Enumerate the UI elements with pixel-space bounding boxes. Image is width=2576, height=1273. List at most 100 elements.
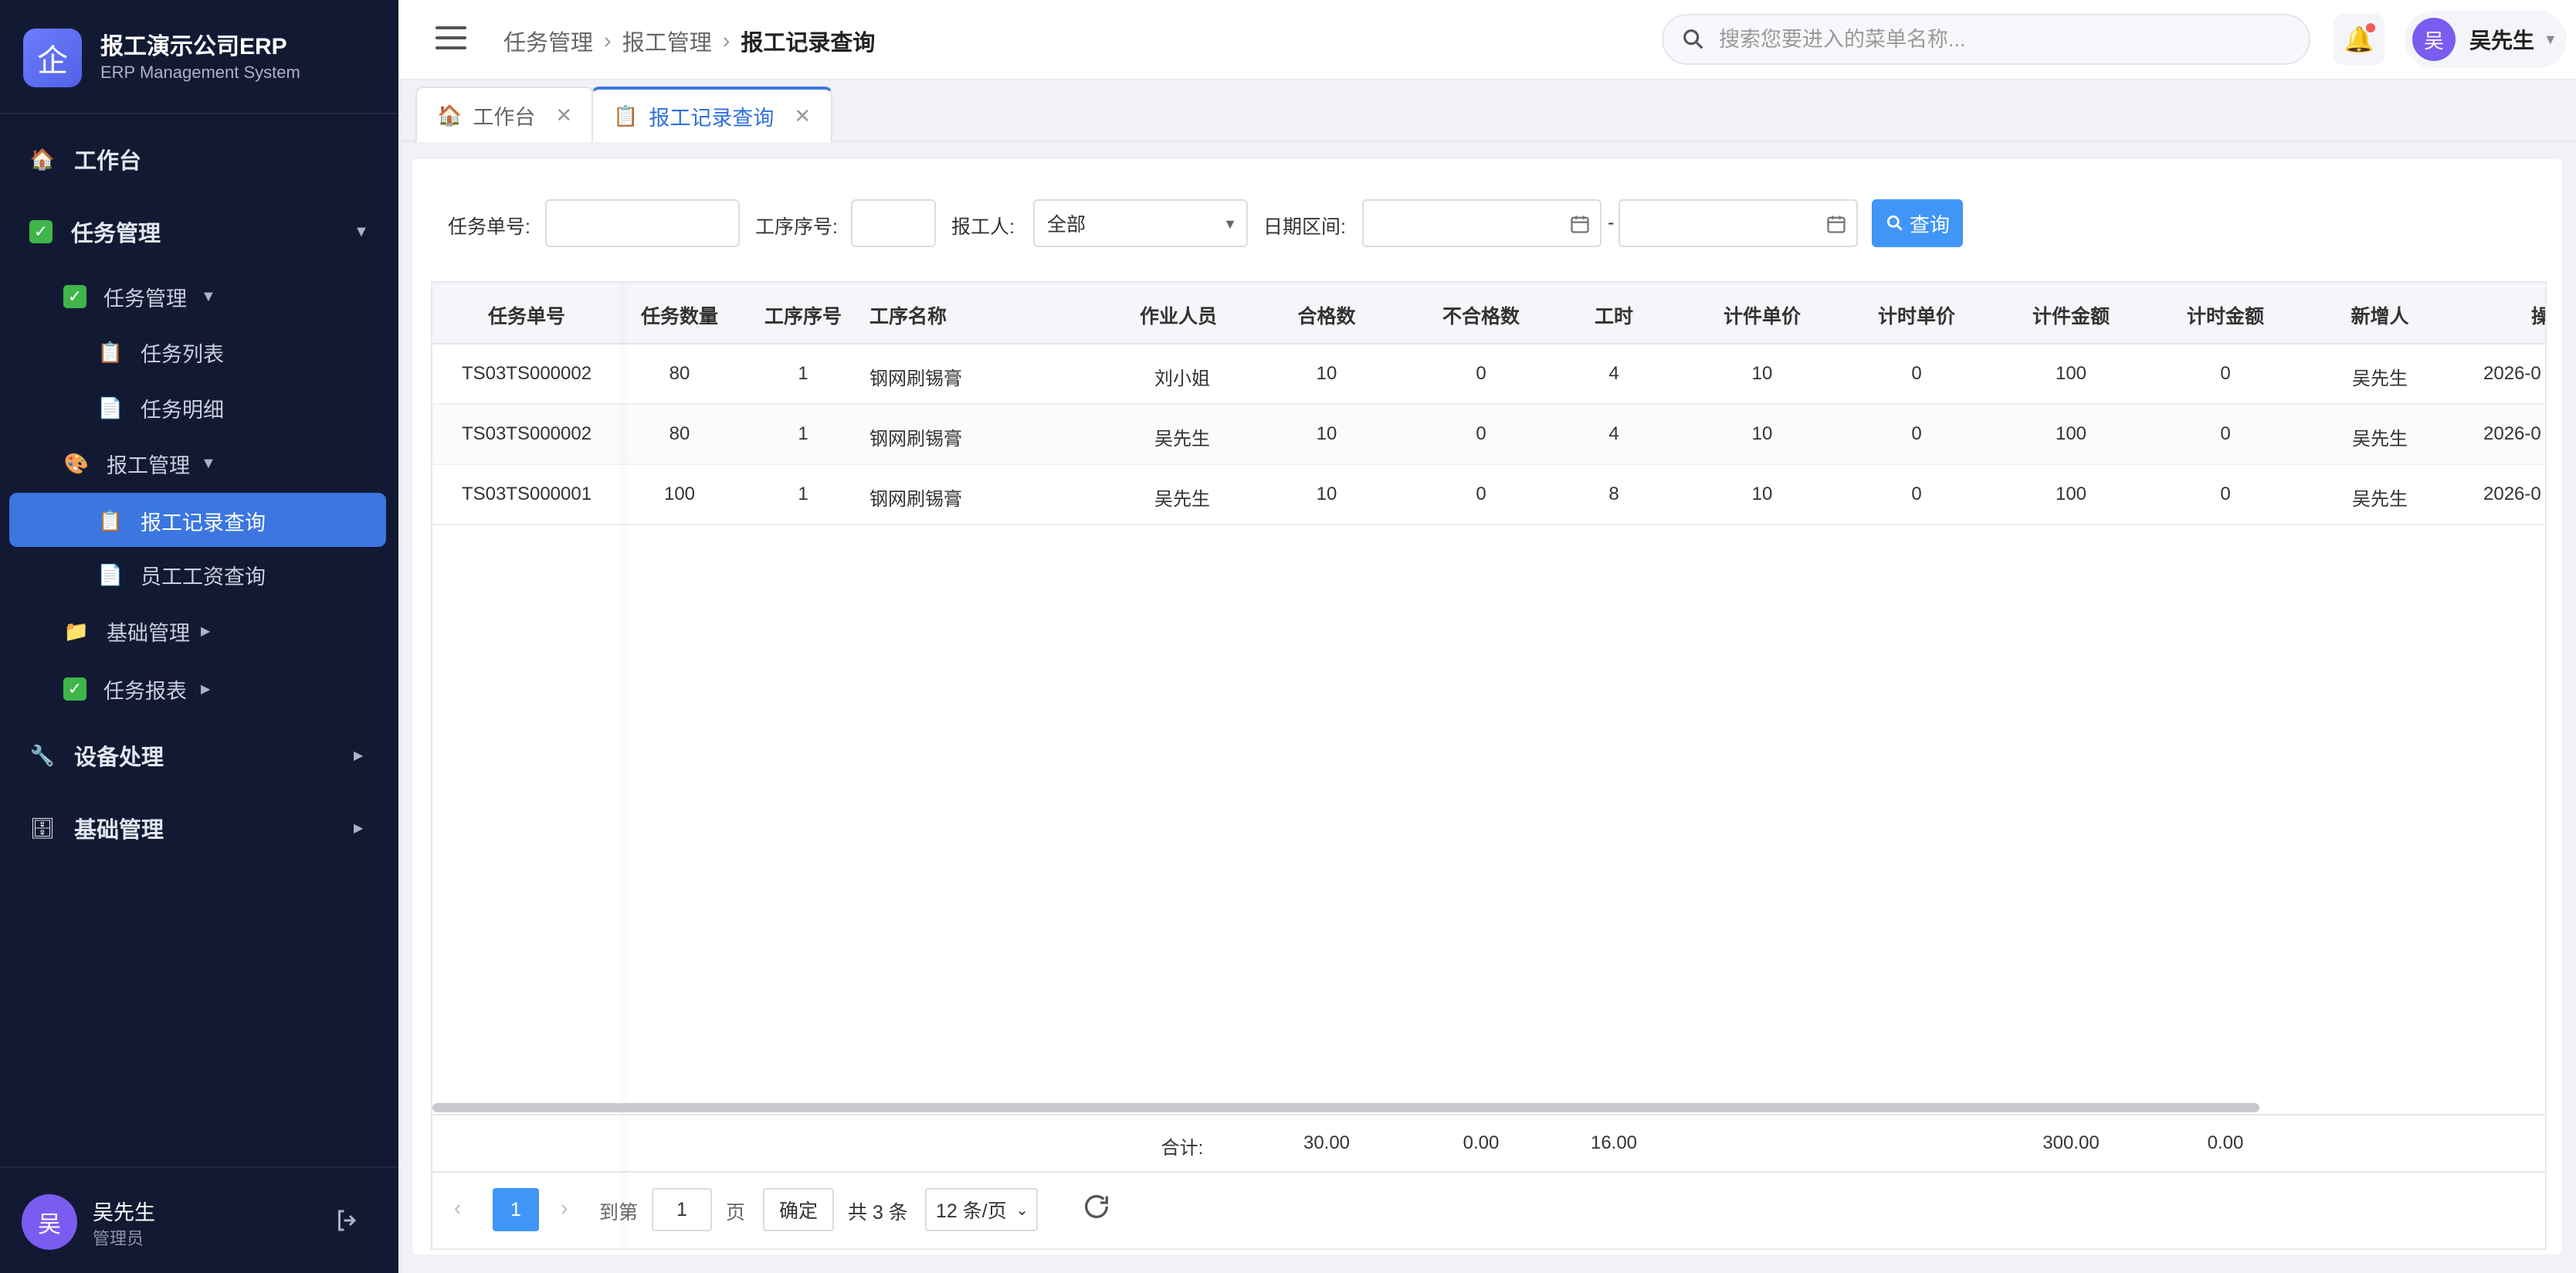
cell-time-amount: 0 <box>2220 363 2231 384</box>
process-seq-label: 工序序号: <box>755 216 838 238</box>
process-seq-input[interactable] <box>851 199 936 247</box>
goto-confirm-button[interactable]: 确定 <box>763 1188 834 1231</box>
user-name: 吴先生 <box>2469 29 2535 53</box>
horizontal-scrollbar[interactable] <box>432 1103 2259 1112</box>
breadcrumb-item[interactable]: 任务管理 <box>503 25 593 57</box>
sidebar-item-label: 报工管理 <box>107 453 190 477</box>
goto-page-input[interactable] <box>652 1188 712 1231</box>
column-header[interactable]: 计时金额 <box>2179 301 2272 329</box>
next-page-icon[interactable]: › <box>561 1196 568 1220</box>
chevron-right-icon: ▶ <box>354 822 364 835</box>
column-header[interactable]: 工时 <box>1583 301 1645 329</box>
cell-proc-seq: 1 <box>798 423 808 444</box>
filter-bar: 任务单号: 工序序号: 报工人: 全部 ▼ 日期区间: - 查询 <box>448 199 2533 247</box>
refresh-icon[interactable] <box>1081 1191 1112 1222</box>
column-header[interactable]: 不合格数 <box>1435 301 1527 329</box>
column-header[interactable]: 作业人员 <box>1132 301 1225 329</box>
reporter-select[interactable]: 全部 ▼ <box>1033 199 1248 247</box>
menu-search <box>1662 14 2310 65</box>
avatar[interactable]: 吴 <box>22 1194 77 1250</box>
date-to-input[interactable] <box>1618 199 1858 247</box>
sidebar-item-basic-management[interactable]: 🗄 基础管理 ▶ <box>29 813 369 844</box>
close-icon[interactable]: ✕ <box>794 104 811 128</box>
sidebar-item-label: 任务管理 <box>71 222 161 246</box>
sidebar-item-salary-query[interactable]: 📄 员工工资查询 <box>97 559 375 590</box>
sidebar-item-basic-management-sub[interactable]: 📁 基础管理 ▶ <box>63 616 341 647</box>
brand: 企 报工演示公司ERP ERP Management System <box>23 25 300 91</box>
sidebar-item-task-management[interactable]: ✓ 任务管理 ▼ <box>29 216 369 247</box>
sidebar-item-task-report[interactable]: ✓ 任务报表 ▶ <box>63 674 341 704</box>
sidebar-item-task-management-sub[interactable]: ✓ 任务管理 ▼ <box>63 281 341 312</box>
user-role: 管理员 <box>93 1229 144 1248</box>
column-header[interactable]: 合格数 <box>1288 301 1365 329</box>
summary-qualified: 30.00 <box>1303 1132 1351 1153</box>
column-header[interactable]: 任务单号 <box>432 301 621 329</box>
cell-piece-amount: 100 <box>2055 363 2087 384</box>
search-icon <box>1886 215 1903 231</box>
sidebar-item-task-list[interactable]: 📋 任务列表 <box>97 337 375 368</box>
date-range-label: 日期区间: <box>1263 216 1346 238</box>
checkbox-icon: ✓ <box>63 285 86 308</box>
notification-button[interactable]: 🔔 <box>2334 14 2384 65</box>
table-row[interactable]: TS03TS000002 80 1 钢网刷锡膏 吴先生 10 0 4 10 0 … <box>432 405 2545 465</box>
sidebar-item-task-detail[interactable]: 📄 任务明细 <box>97 392 375 423</box>
cell-task-no: TS03TS000002 <box>461 423 592 444</box>
column-header[interactable]: 工序名称 <box>869 301 962 329</box>
page-number-current[interactable]: 1 <box>493 1188 539 1231</box>
query-button[interactable]: 查询 <box>1872 199 1963 247</box>
tab-report-records[interactable]: 📋 报工记录查询 ✕ <box>591 87 833 142</box>
cell-piece-price: 10 <box>1751 423 1773 444</box>
cell-piece-amount: 100 <box>2055 423 2087 444</box>
sidebar-item-report-records[interactable]: 📋 报工记录查询 <box>97 505 375 536</box>
cell-creator: 吴先生 <box>2352 368 2408 389</box>
breadcrumb-current: 报工记录查询 <box>741 31 876 56</box>
cabinet-icon: 🗄 <box>29 816 56 840</box>
close-icon[interactable]: ✕ <box>555 104 572 127</box>
date-from-input[interactable] <box>1362 199 1602 247</box>
user-menu[interactable]: 吴 吴先生 ▼ <box>2405 11 2567 68</box>
page-size-value: 12 条/页 <box>936 1200 1007 1222</box>
cell-task-qty: 80 <box>669 363 690 384</box>
prev-page-icon[interactable]: ‹ <box>454 1196 461 1220</box>
tab-workbench[interactable]: 🏠 工作台 ✕ <box>415 87 595 142</box>
chevron-down-icon: ⌄ <box>1015 1202 1029 1219</box>
menu-toggle-icon[interactable] <box>436 26 466 53</box>
column-header[interactable]: 计件单价 <box>1716 301 1808 329</box>
column-header[interactable]: 计件金额 <box>2025 301 2117 329</box>
column-header[interactable]: 新增人 <box>2334 301 2426 329</box>
wrench-icon: 🔧 <box>29 743 56 767</box>
summary-label: 合计: <box>1161 1138 1204 1159</box>
cell-operator: 吴先生 <box>1154 489 1210 510</box>
column-header[interactable]: 工序序号 <box>764 301 842 329</box>
logout-icon[interactable] <box>334 1207 361 1234</box>
sidebar-item-workbench[interactable]: 🏠 工作台 <box>29 144 369 175</box>
avatar: 吴 <box>2412 18 2456 61</box>
table-row[interactable]: TS03TS000002 80 1 钢网刷锡膏 刘小姐 10 0 4 10 0 … <box>432 345 2545 405</box>
breadcrumb-item[interactable]: 报工管理 <box>622 25 712 57</box>
breadcrumb-separator: › <box>604 28 612 53</box>
page-size-select[interactable]: 12 条/页 ⌄ <box>925 1188 1038 1231</box>
report-records-table: 任务单号 任务数量 工序序号 工序名称 作业人员 合格数 不合格数 工时 计件单… <box>431 281 2547 1250</box>
column-header[interactable]: 操 <box>2531 301 2545 329</box>
task-no-input[interactable] <box>545 199 740 247</box>
dropdown-arrow-icon: ▼ <box>1223 216 1237 232</box>
brand-logo: 企 <box>23 29 82 87</box>
search-input[interactable] <box>1719 27 2259 52</box>
sidebar-item-equipment[interactable]: 🔧 设备处理 ▶ <box>29 740 369 771</box>
cell-unqualified: 0 <box>1476 363 1486 384</box>
cell-time-price: 0 <box>1911 363 1922 384</box>
sidebar-item-report-management[interactable]: 🎨 报工管理 ▼ <box>63 448 341 479</box>
column-header[interactable]: 任务数量 <box>641 301 718 329</box>
table-row[interactable]: TS03TS000001 100 1 钢网刷锡膏 吴先生 10 0 8 10 0… <box>432 465 2545 525</box>
cell-proc-name: 钢网刷锡膏 <box>869 368 962 389</box>
cell-unqualified: 0 <box>1476 423 1486 444</box>
notification-dot <box>2366 23 2375 32</box>
summary-row: 合计: 30.00 0.00 16.00 300.00 0.00 <box>432 1114 2545 1173</box>
document-icon: 📄 <box>97 562 124 586</box>
column-header[interactable]: 计时单价 <box>1870 301 1963 329</box>
top-header: 任务管理 › 报工管理 › 报工记录查询 🔔 吴 吴先生 ▼ <box>398 0 2576 80</box>
date-separator: - <box>1608 212 1615 233</box>
cell-creator: 吴先生 <box>2352 489 2408 510</box>
house-icon: 🏠 <box>437 103 463 127</box>
clipboard-icon: 📋 <box>97 340 124 364</box>
